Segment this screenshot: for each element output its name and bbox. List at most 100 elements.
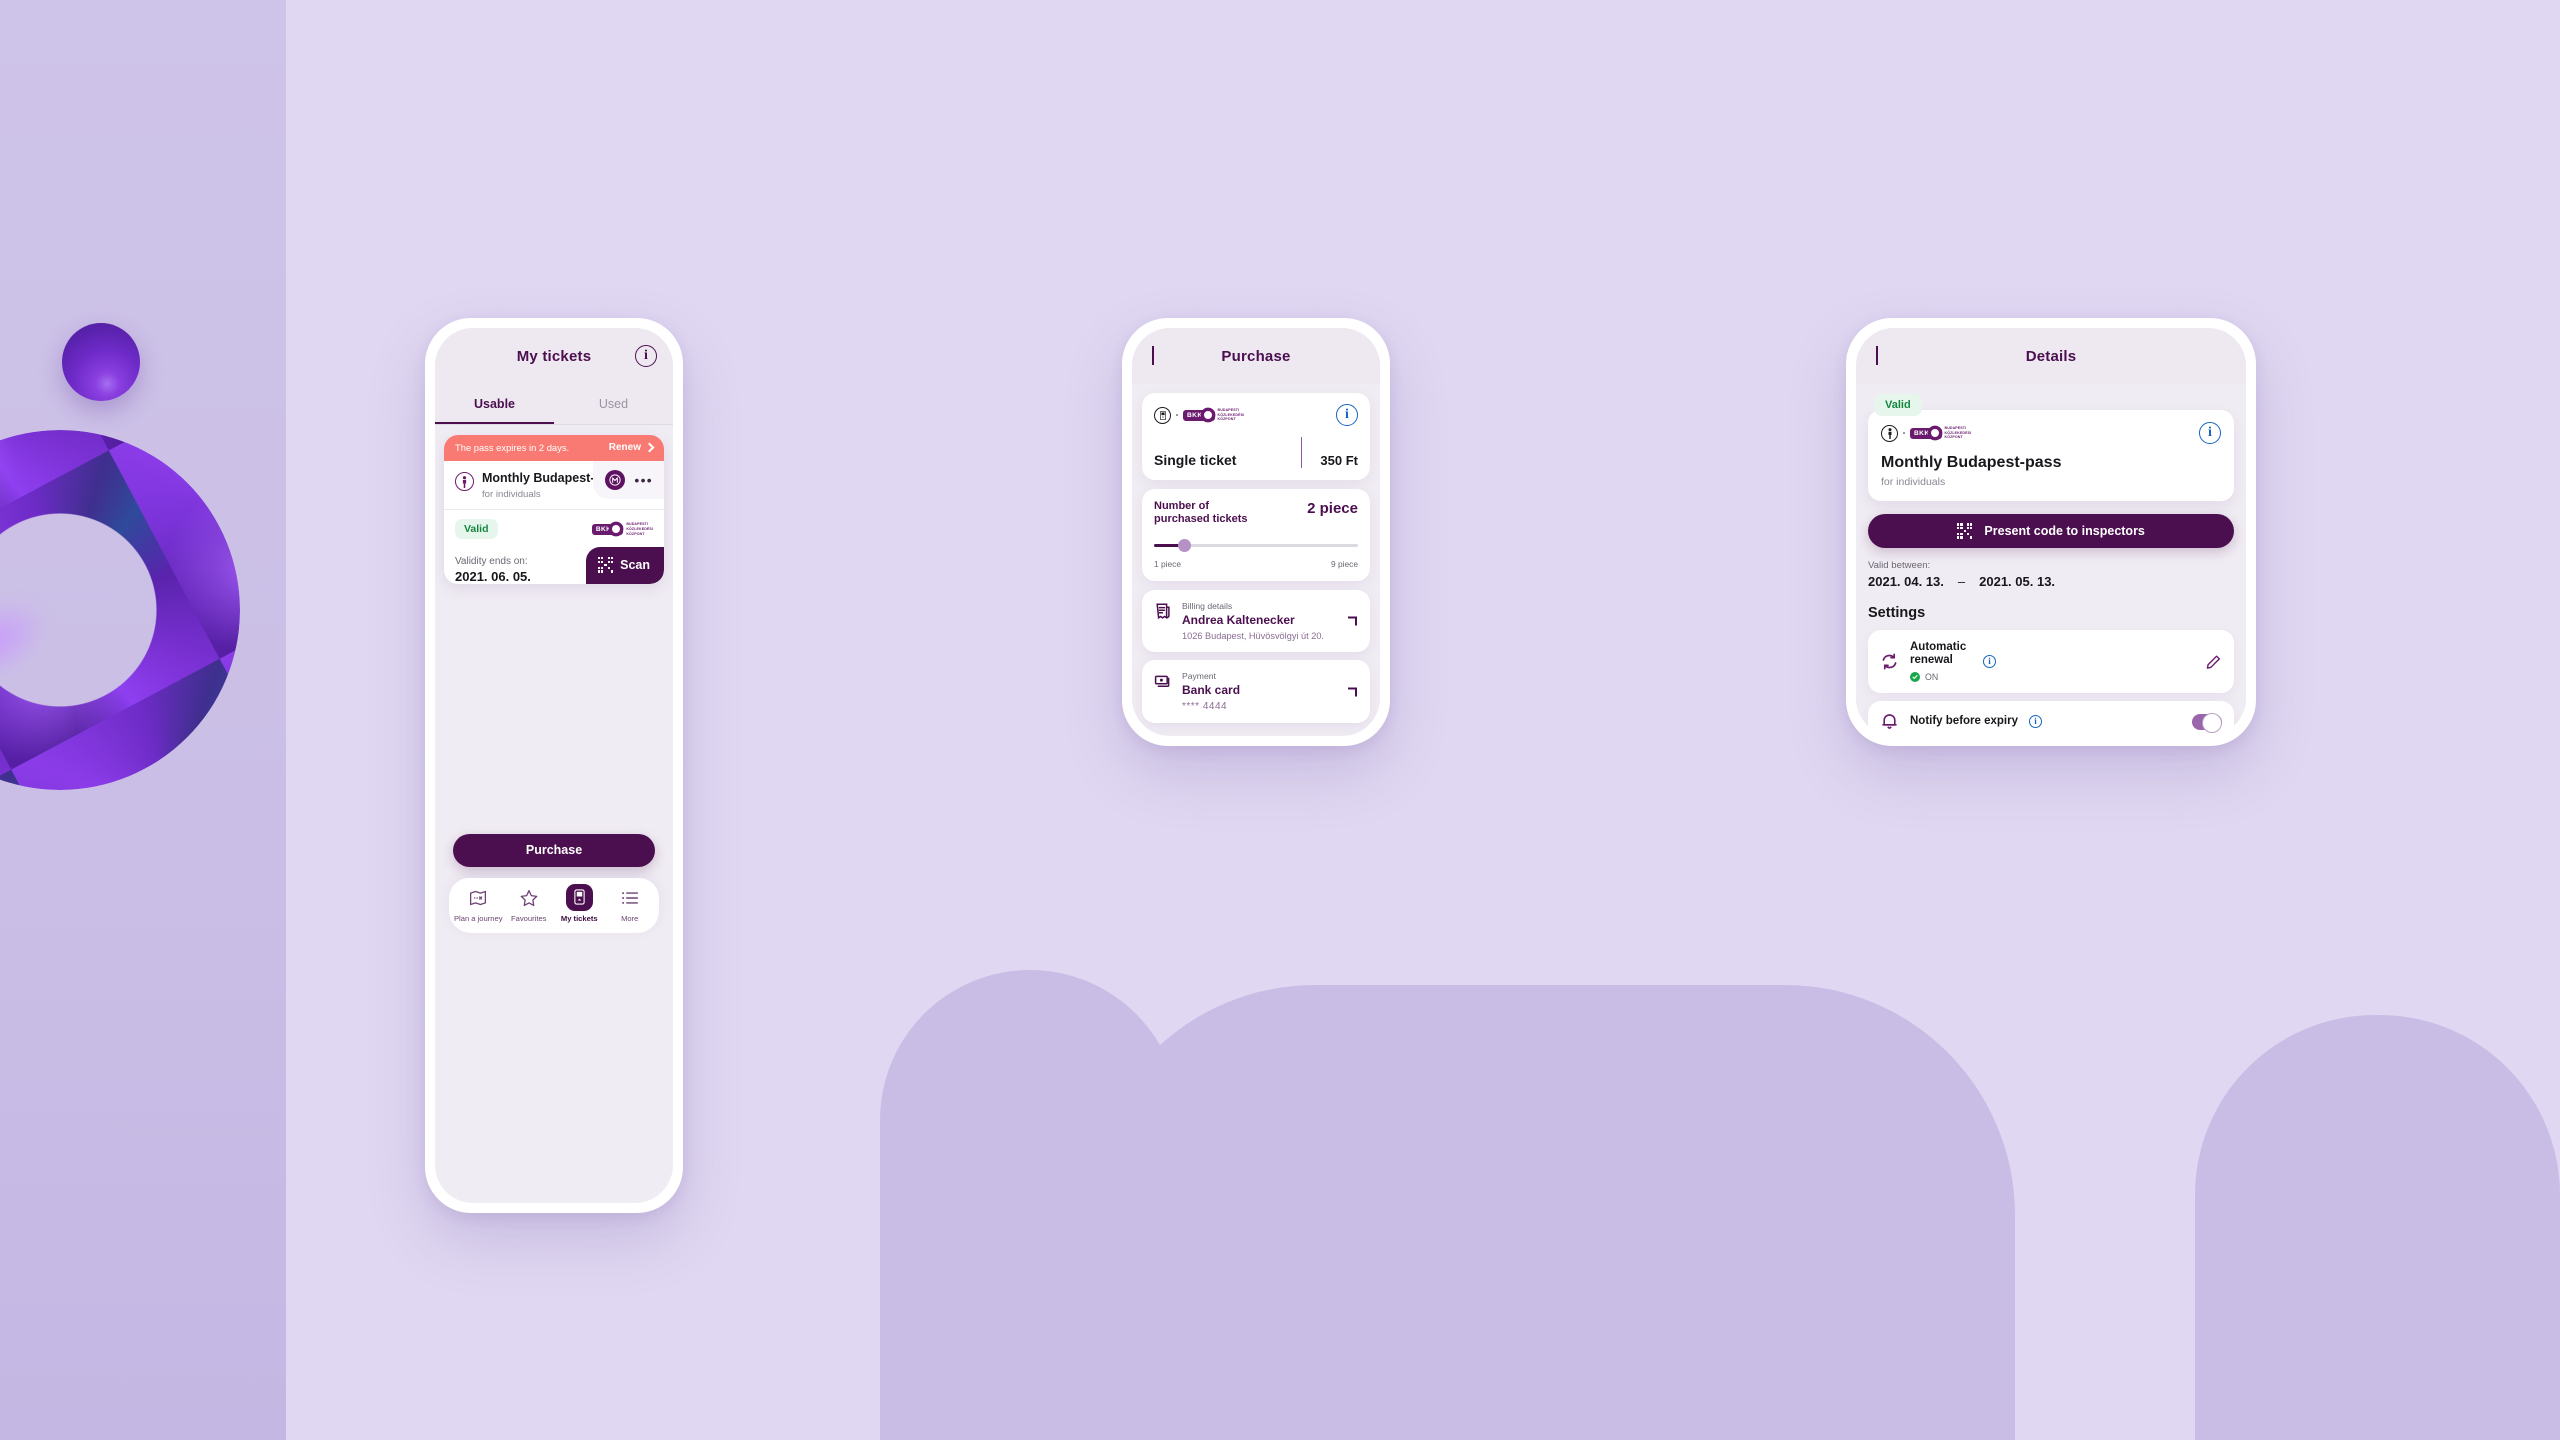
setting-state-label: ON [1925,672,1939,683]
pass-subtitle: for individuals [1881,476,1946,488]
valid-between-dates: 2021. 04. 13. – 2021. 05. 13. [1868,574,2234,589]
chevron-left-icon[interactable] [1872,346,1892,366]
setting-notify-before-expiry[interactable]: Notify before expiry i [1868,701,2234,736]
sidebar-item-my-tickets[interactable]: My tickets [554,883,605,923]
expiry-banner[interactable]: The pass expires in 2 days. Renew [444,435,664,461]
info-circle-icon[interactable]: i [1983,655,1996,669]
billing-name: Andrea Kaltenecker [1182,613,1295,628]
ticket-card[interactable]: The pass expires in 2 days. Renew Monthl… [444,435,664,584]
pedestrian-icon [1881,424,1898,442]
expiry-banner-text: The pass expires in 2 days. [455,442,570,453]
validity-date: 2021. 06. 05. [455,568,531,584]
pass-brand-row: BKK BUDAPESTI KÖZLEKEDÉSI KÖZPONT i [1881,422,2221,444]
ticket-machine-icon [565,883,593,911]
info-circle-icon[interactable]: i [635,345,657,367]
phone-mockup-details: Details Valid BKK BUDAPESTI KÖZLEKEDÉSI … [1846,318,2256,746]
status-badge: Valid [1874,394,1922,416]
tab-used[interactable]: Used [554,384,673,424]
ticket-validity-row: Validity ends on: 2021. 06. 05. Scan [444,545,664,584]
status-badge: Valid [455,519,498,540]
app-purchase: Purchase BKK BUDAPESTI KÖZLEKEDÉSI KÖZPO… [1132,328,1380,736]
renew-action[interactable]: Renew [609,442,655,453]
background-arch-shape-2 [1085,985,2015,1440]
phone-mockup-my-tickets: My tickets i Usable Used The pass expire… [425,318,683,1213]
slider-knob[interactable] [1178,539,1192,553]
present-code-label: Present code to inspectors [1984,524,2145,538]
selected-ticket-card[interactable]: BKK BUDAPESTI KÖZLEKEDÉSI KÖZPONT i Single… [1142,393,1370,480]
screen-details: Details Valid BKK BUDAPESTI KÖZLEKEDÉSI … [1856,328,2246,736]
chevron-right-icon [644,442,655,453]
date-range-dash: – [1957,574,1966,589]
tab-label: Favourites [511,913,547,923]
billing-details-row[interactable]: Billing details Andrea Kaltenecker 1026 … [1142,590,1370,653]
info-circle-icon[interactable]: i [2029,715,2042,729]
bkk-logo: BKK BUDAPESTI KÖZLEKEDÉSI KÖZPONT [1183,408,1244,422]
list-icon [605,887,656,909]
quantity-label: Number of purchased tickets [1154,500,1248,526]
separator-dot [1176,414,1178,416]
toggle-switch-on[interactable] [2192,712,2222,733]
pass-title: Monthly Budapest-pass [1881,454,2062,471]
page-title: Purchase [1221,347,1291,365]
tab-label: My tickets [560,913,598,923]
navbar-details: Details [1856,328,2246,384]
background-arch-shape-3 [2195,1015,2560,1440]
ticket-machine-icon [1154,406,1171,424]
sidebar-item-more[interactable]: More [605,887,656,923]
ticket-price: 350 Ft [1320,453,1358,468]
qr-code-icon [597,557,614,573]
my-tickets-body: The pass expires in 2 days. Renew Monthl… [435,425,673,933]
payment-method: Bank card [1182,683,1241,698]
star-icon [504,887,555,909]
phone-mockup-purchase: Purchase BKK BUDAPESTI KÖZLEKEDÉSI KÖZPO… [1122,318,1390,746]
pass-card[interactable]: BKK BUDAPESTI KÖZLEKEDÉSI KÖZPONT i Monthl… [1868,410,2234,501]
bottom-tabbar: Plan a journey Favourites My tickets Mor… [449,877,659,933]
chevron-right-icon [1348,616,1357,626]
ticket-card-header: Monthly Budapest-pass for individuals ••… [444,461,664,509]
quantity-value: 2 piece [1307,500,1358,517]
poster-canvas: My tickets i Usable Used The pass expire… [0,0,2560,1440]
qr-code-icon [1957,523,1973,539]
valid-between-label: Valid between: [1868,560,1931,571]
bkk-logo: BKK BUDAPESTI KÖZLEKEDÉSI KÖZPONT [1910,426,1971,440]
bell-icon [1880,712,1899,731]
page-title: My tickets [516,347,592,365]
page-title: Details [2025,347,2077,365]
slider-min-label: 1 piece [1154,559,1182,570]
present-code-button[interactable]: Present code to inspectors [1868,514,2234,548]
navbar-purchase: Purchase [1132,328,1380,384]
ticket-name-price-row: Single ticket 350 Ft [1154,437,1358,468]
quantity-stepper[interactable] [1154,539,1358,553]
tab-label: Plan a journey [453,913,503,923]
pencil-icon[interactable] [2206,654,2221,669]
payment-label: Payment [1182,671,1216,682]
purchase-button[interactable]: Purchase [453,833,655,867]
info-circle-icon[interactable]: i [1336,404,1358,426]
info-circle-icon[interactable]: i [2199,422,2221,444]
ticket-name: Single ticket [1154,452,1237,468]
setting-automatic-renewal[interactable]: Automatic renewal ON i [1868,630,2234,694]
more-dots-icon[interactable]: ••• [634,473,653,487]
scan-label: Scan [620,557,650,572]
tab-label: More [621,913,639,923]
sidebar-item-plan-a-journey[interactable]: Plan a journey [453,887,504,923]
scan-button[interactable]: Scan [585,547,664,584]
refresh-cycle-icon [1880,652,1899,671]
payment-method-row[interactable]: Payment Bank card **** 4444 [1142,660,1370,724]
valid-from-date: 2021. 04. 13. [1868,574,1944,589]
sidebar-item-favourites[interactable]: Favourites [504,887,555,923]
settings-heading: Settings [1868,605,1926,621]
validity-label: Validity ends on: [455,555,528,567]
billing-label: Billing details [1182,601,1233,612]
setting-title: Notify before expiry [1910,715,2018,728]
payment-card-number: **** 4444 [1182,701,1228,713]
tab-usable[interactable]: Usable [435,384,554,424]
chevron-left-icon[interactable] [1148,346,1168,366]
billing-address: 1026 Budapest, Hüvösvölgyi út 20. [1182,631,1324,642]
slider-range-labels: 1 piece 9 piece [1154,559,1358,569]
slider-max-label: 9 piece [1330,559,1358,570]
purchase-body: BKK BUDAPESTI KÖZLEKEDÉSI KÖZPONT i Single… [1132,384,1380,736]
app-my-tickets: My tickets i Usable Used The pass expire… [435,328,673,933]
check-icon [1910,672,1920,683]
bkk-pill-label: BKK [1183,409,1215,421]
